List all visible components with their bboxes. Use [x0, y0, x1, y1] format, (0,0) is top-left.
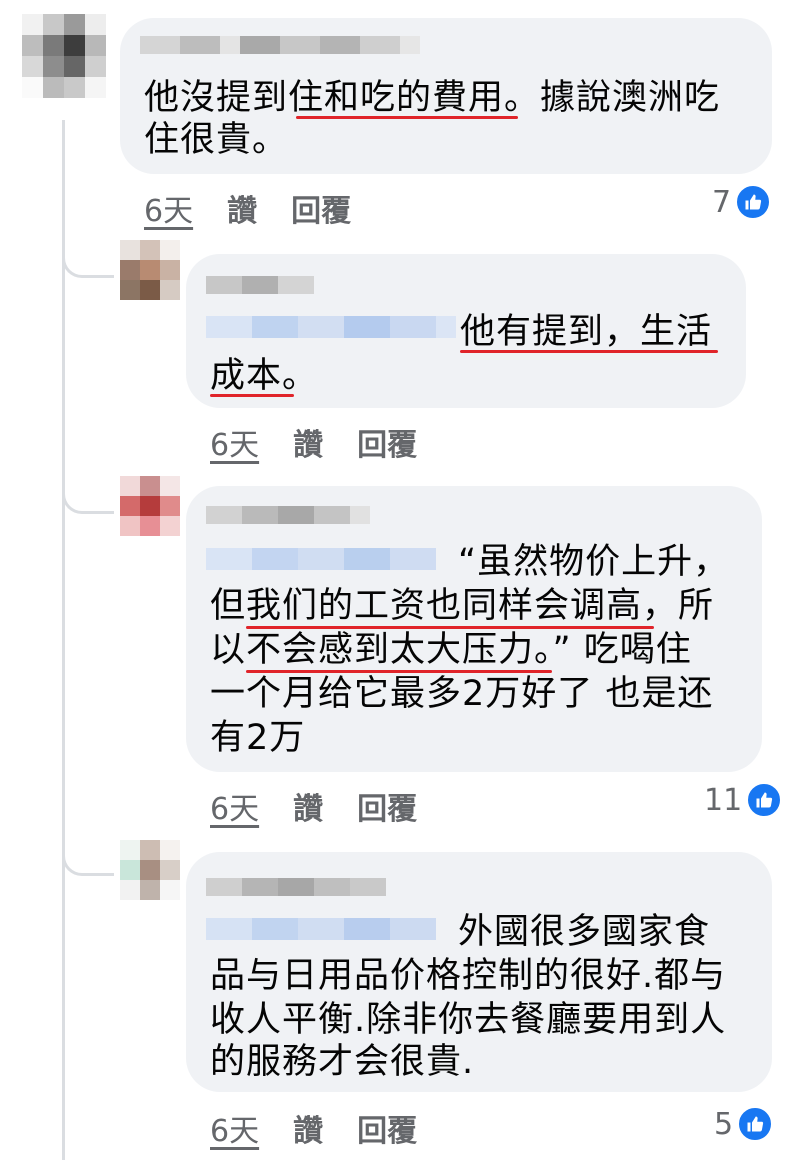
- comment-text-line: “虽然物价上升，: [458, 542, 730, 582]
- thumbs-up-icon: [746, 782, 783, 818]
- comment-bubble: 外國很多國家食 品与日用品价格控制的很好.都与 收人平衡.除非你去餐廳要用到人 …: [186, 852, 772, 1092]
- red-underline: [296, 116, 518, 119]
- thumbs-up-icon: [737, 1106, 774, 1142]
- comment-text-line: 成本。: [210, 356, 319, 396]
- timestamp-link[interactable]: 6天: [210, 1106, 259, 1150]
- reaction-count: 5: [714, 1106, 734, 1142]
- thread-branch: [62, 846, 114, 876]
- comment-actions: 6天 讚 回覆: [210, 784, 417, 828]
- comment-bubble: “虽然物价上升， 但我们的工资也同样会调高，所 以不会感到太大压力。” 吃喝住 …: [186, 486, 762, 772]
- comment-bubble: 他沒提到住和吃的費用。據說澳洲吃 住很貴。: [120, 18, 772, 174]
- comment-text-line: 品与日用品价格控制的很好.都与: [210, 956, 727, 996]
- like-button[interactable]: 讚: [293, 784, 323, 828]
- comment-actions: 6天 讚 回覆: [210, 1106, 417, 1150]
- red-underline: [246, 670, 552, 673]
- comment-text-line: 以不会感到太大压力。” 吃喝住: [210, 630, 692, 670]
- comment-text-line: 他沒提到住和吃的費用。據說澳洲吃: [144, 78, 721, 118]
- blurred-author-name[interactable]: [206, 276, 314, 294]
- blurred-author-name[interactable]: [140, 36, 420, 54]
- thumbs-up-icon: [735, 184, 772, 220]
- reply-button[interactable]: 回覆: [357, 1106, 417, 1150]
- reaction-summary[interactable]: 5: [714, 1106, 774, 1142]
- reaction-summary[interactable]: 11: [704, 782, 783, 818]
- blurred-author-name[interactable]: [206, 506, 370, 524]
- timestamp-link[interactable]: 6天: [144, 186, 193, 230]
- red-underline: [246, 626, 654, 629]
- avatar[interactable]: [120, 840, 180, 900]
- blurred-mention[interactable]: [206, 548, 436, 570]
- reply-button[interactable]: 回覆: [357, 784, 417, 828]
- blurred-mention[interactable]: [206, 918, 436, 940]
- reaction-count: 7: [712, 184, 732, 220]
- comment-actions: 6天 讚 回覆: [144, 186, 351, 230]
- comment-text-line: 但我们的工资也同样会调高，所: [210, 586, 715, 626]
- comment-actions: 6天 讚 回覆: [210, 420, 417, 464]
- comment-text-line: 外國很多國家食: [458, 912, 711, 952]
- comment-text-line: 一个月给它最多2万好了 也是还: [210, 674, 714, 714]
- red-underline: [460, 350, 718, 353]
- comment-text-line: 他有提到，生活: [460, 312, 713, 352]
- reaction-count: 11: [704, 782, 743, 818]
- blurred-mention[interactable]: [206, 316, 456, 338]
- thread-line: [62, 120, 65, 1160]
- like-button[interactable]: 讚: [293, 420, 323, 464]
- blurred-author-name[interactable]: [206, 878, 386, 896]
- comment-text-line: 住很貴。: [144, 120, 289, 160]
- avatar[interactable]: [120, 476, 180, 536]
- thread-branch: [62, 484, 114, 514]
- avatar[interactable]: [120, 240, 180, 300]
- timestamp-link[interactable]: 6天: [210, 784, 259, 828]
- like-button[interactable]: 讚: [227, 186, 257, 230]
- red-underline: [210, 394, 294, 397]
- comment-text-line: 有2万: [210, 718, 306, 758]
- reaction-summary[interactable]: 7: [712, 184, 772, 220]
- comment-text-line: 的服務才会很貴.: [210, 1042, 475, 1082]
- reply-button[interactable]: 回覆: [291, 186, 351, 230]
- like-button[interactable]: 讚: [293, 1106, 323, 1150]
- comment-bubble: 他有提到，生活 成本。: [186, 254, 746, 408]
- timestamp-link[interactable]: 6天: [210, 420, 259, 464]
- reply-button[interactable]: 回覆: [357, 420, 417, 464]
- thread-branch: [62, 248, 114, 278]
- comment-text-line: 收人平衡.除非你去餐廳要用到人: [210, 1000, 727, 1040]
- avatar[interactable]: [22, 14, 106, 98]
